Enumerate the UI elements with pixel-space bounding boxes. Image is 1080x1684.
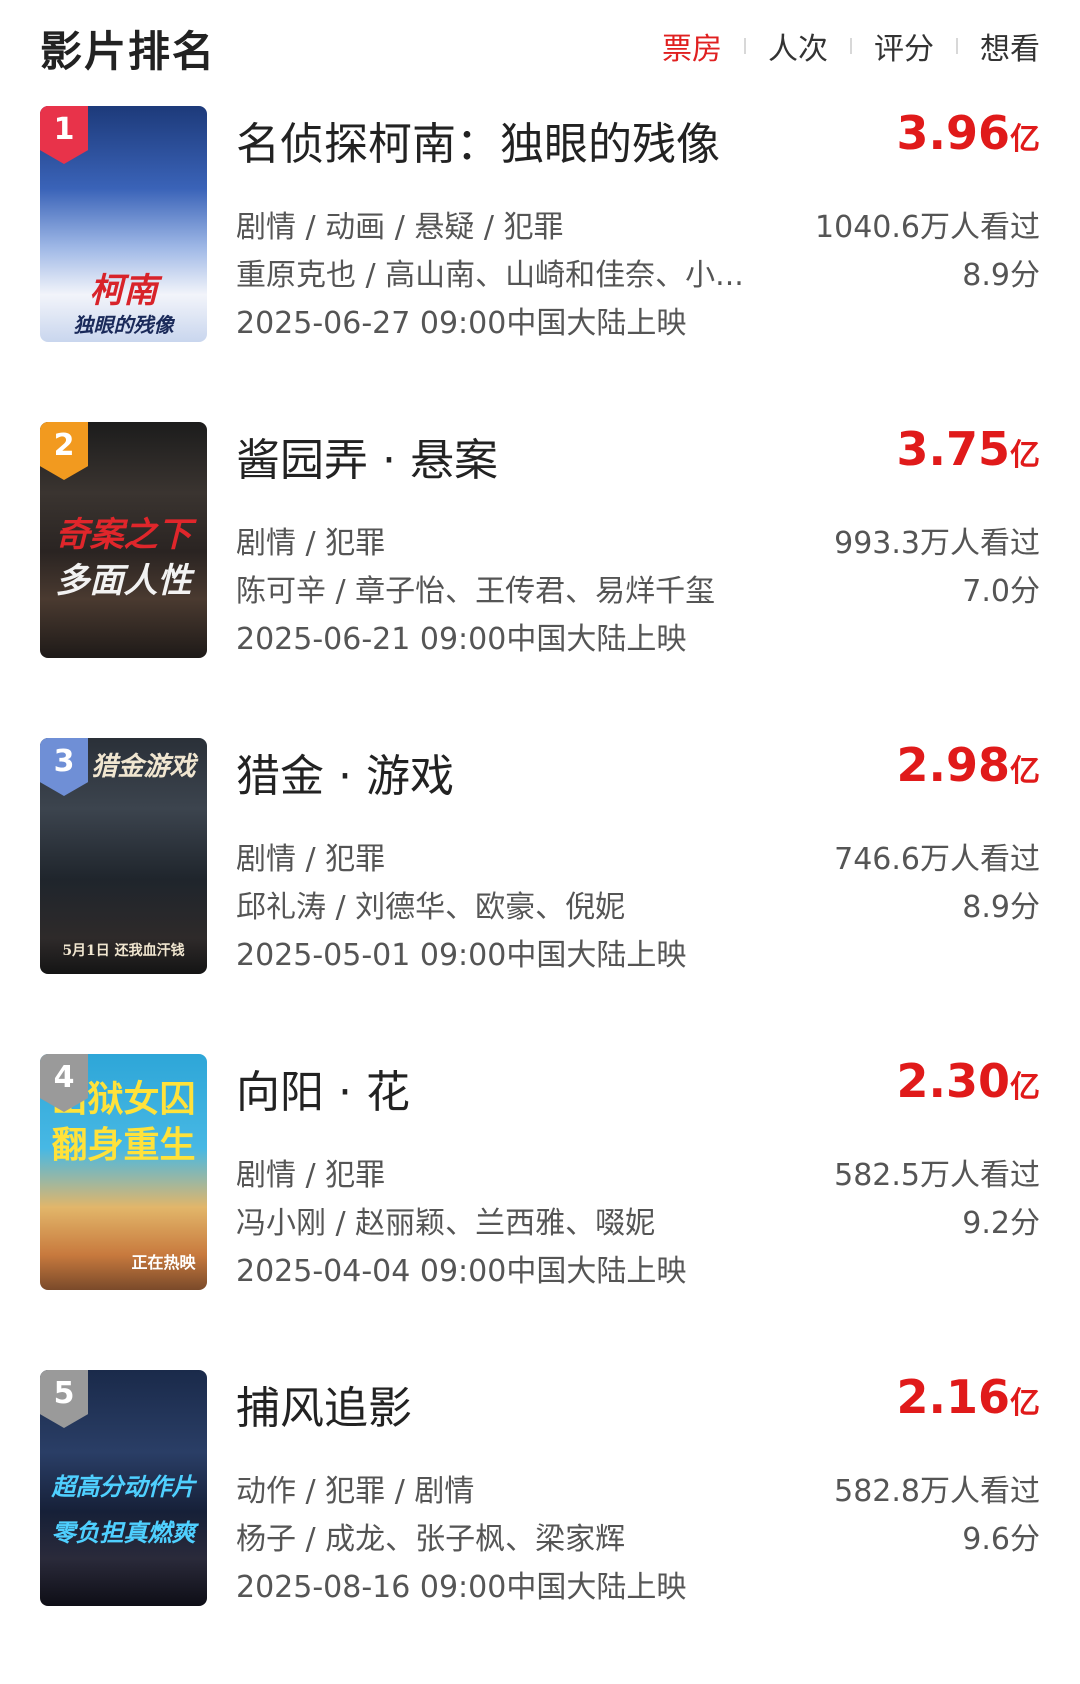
- movie-score: 9.6分: [962, 1522, 1040, 1557]
- movie-item[interactable]: 出狱女囚 翻身重生 正在热映 4 向阳 · 花 2.30亿 剧情 / 犯罪 冯小…: [0, 1052, 1080, 1368]
- movie-cast: 冯小刚 / 赵丽颖、兰西雅、啜妮: [236, 1206, 656, 1241]
- tab-divider: [850, 38, 852, 54]
- movie-item[interactable]: 猎金游戏 5月1日 还我血汗钱 3 猎金 · 游戏 2.98亿 剧情 / 犯罪 …: [0, 736, 1080, 1052]
- tab-divider: [956, 38, 958, 54]
- release-date: 2025-06-27 09:00中国大陆上映: [236, 306, 687, 341]
- poster-title-text: 超高分动作片: [51, 1472, 196, 1501]
- poster-title-text: 奇案之下: [55, 515, 192, 555]
- movie-genres: 剧情 / 犯罪: [236, 842, 386, 877]
- header: 影片排名 票房 人次 评分 想看: [0, 0, 1080, 100]
- poster-subtitle-text: 独眼的残像: [73, 313, 174, 337]
- tab-want-to-see[interactable]: 想看: [980, 24, 1040, 68]
- release-date: 2025-05-01 09:00中国大陆上映: [236, 938, 687, 973]
- movie-poster[interactable]: 柯南 独眼的残像 1: [40, 106, 207, 342]
- tab-rating[interactable]: 评分: [874, 24, 934, 68]
- movie-poster[interactable]: 猎金游戏 5月1日 还我血汗钱 3: [40, 738, 207, 974]
- movie-item[interactable]: 超高分动作片 零负担真燃爽 5 捕风追影 2.16亿 动作 / 犯罪 / 剧情 …: [0, 1368, 1080, 1684]
- movie-ranking-list: 柯南 独眼的残像 1 名侦探柯南：独眼的残像 3.96亿 剧情 / 动画 / 悬…: [0, 104, 1080, 1684]
- viewer-count: 746.6万人看过: [834, 842, 1040, 877]
- movie-genres: 动作 / 犯罪 / 剧情: [236, 1474, 475, 1509]
- tab-viewers[interactable]: 人次: [768, 24, 828, 68]
- movie-genres: 剧情 / 动画 / 悬疑 / 犯罪: [236, 210, 564, 245]
- tab-box-office[interactable]: 票房: [662, 24, 722, 68]
- box-office-unit: 亿: [1010, 438, 1040, 473]
- movie-title[interactable]: 捕风追影: [236, 1372, 412, 1436]
- poster-subtitle-text: 翻身重生: [51, 1124, 196, 1166]
- poster-subtitle-text: 多面人性: [55, 561, 192, 601]
- movie-title[interactable]: 名侦探柯南：独眼的残像: [236, 108, 720, 172]
- box-office: 2.98亿: [897, 738, 1041, 792]
- box-office: 2.16亿: [897, 1370, 1041, 1424]
- box-office: 3.75亿: [897, 422, 1041, 476]
- movie-genres: 剧情 / 犯罪: [236, 1158, 386, 1193]
- page-title: 影片排名: [40, 27, 217, 76]
- poster-title-text: 柯南: [89, 271, 158, 311]
- movie-poster[interactable]: 超高分动作片 零负担真燃爽 5: [40, 1370, 207, 1606]
- movie-title[interactable]: 猎金 · 游戏: [236, 740, 454, 804]
- movie-cast: 陈可辛 / 章子怡、王传君、易烊千玺: [236, 574, 716, 609]
- movie-poster[interactable]: 奇案之下 多面人性 2: [40, 422, 207, 658]
- box-office-unit: 亿: [1010, 122, 1040, 157]
- sort-tabs: 票房 人次 评分 想看: [662, 24, 1040, 68]
- tab-divider: [744, 38, 746, 54]
- box-office-unit: 亿: [1010, 1070, 1040, 1105]
- box-office: 3.96亿: [897, 106, 1041, 160]
- release-date: 2025-08-16 09:00中国大陆上映: [236, 1570, 687, 1605]
- movie-poster[interactable]: 出狱女囚 翻身重生 正在热映 4: [40, 1054, 207, 1290]
- movie-item[interactable]: 奇案之下 多面人性 2 酱园弄 · 悬案 3.75亿 剧情 / 犯罪 陈可辛 /…: [0, 420, 1080, 736]
- poster-subtitle-text: 零负担真燃爽: [51, 1518, 196, 1547]
- poster-tagline-text: 正在热映: [131, 1253, 196, 1272]
- box-office-value: 3.75: [896, 422, 1011, 476]
- movie-cast: 重原克也 / 高山南、山崎和佳奈、小...: [236, 258, 744, 293]
- viewer-count: 582.8万人看过: [834, 1474, 1040, 1509]
- box-office-value: 2.16: [896, 1370, 1011, 1424]
- box-office-unit: 亿: [1010, 754, 1040, 789]
- movie-score: 8.9分: [962, 258, 1040, 293]
- release-date: 2025-04-04 09:00中国大陆上映: [236, 1254, 687, 1289]
- movie-genres: 剧情 / 犯罪: [236, 526, 386, 561]
- viewer-count: 1040.6万人看过: [815, 210, 1040, 245]
- box-office-unit: 亿: [1010, 1386, 1040, 1421]
- release-date: 2025-06-21 09:00中国大陆上映: [236, 622, 687, 657]
- movie-cast: 杨子 / 成龙、张子枫、梁家辉: [236, 1522, 626, 1557]
- viewer-count: 582.5万人看过: [834, 1158, 1040, 1193]
- movie-cast: 邱礼涛 / 刘德华、欧豪、倪妮: [236, 890, 626, 925]
- box-office-value: 2.98: [896, 738, 1011, 792]
- viewer-count: 993.3万人看过: [834, 526, 1040, 561]
- box-office: 2.30亿: [897, 1054, 1041, 1108]
- movie-score: 9.2分: [962, 1206, 1040, 1241]
- movie-item[interactable]: 柯南 独眼的残像 1 名侦探柯南：独眼的残像 3.96亿 剧情 / 动画 / 悬…: [0, 104, 1080, 420]
- movie-title[interactable]: 酱园弄 · 悬案: [236, 424, 498, 488]
- movie-score: 8.9分: [962, 890, 1040, 925]
- box-office-value: 3.96: [896, 106, 1011, 160]
- movie-title[interactable]: 向阳 · 花: [236, 1056, 410, 1120]
- box-office-value: 2.30: [896, 1054, 1011, 1108]
- poster-subtitle-text: 5月1日 还我血汗钱: [62, 943, 185, 959]
- movie-score: 7.0分: [962, 574, 1040, 609]
